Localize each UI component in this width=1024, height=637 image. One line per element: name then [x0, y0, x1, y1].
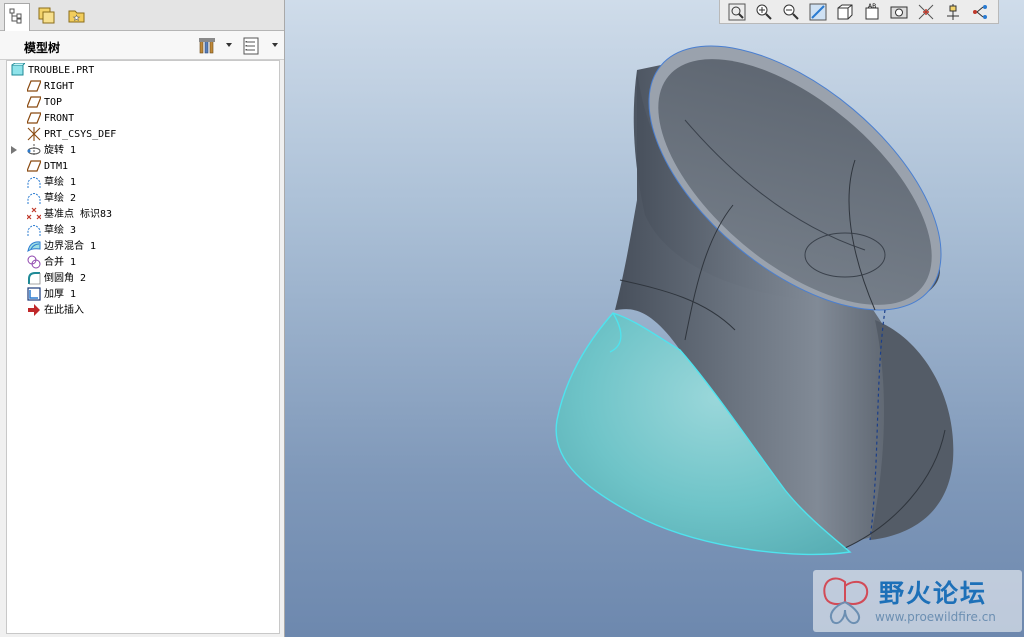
butterfly-logo-icon: [823, 577, 869, 624]
model-tree-header: 模型树: [0, 31, 284, 60]
zoom-out-button[interactable]: [779, 1, 803, 22]
view-toolbar: AB: [719, 0, 999, 24]
dropdown-caret-icon: [272, 43, 278, 47]
datum-plane-icon: [27, 112, 41, 124]
insert-here-icon: [28, 304, 40, 316]
show-columns-icon: [243, 37, 259, 55]
view-manager-icon: [890, 6, 908, 19]
zoom-fit-button[interactable]: [725, 1, 749, 22]
merge-icon: [27, 255, 41, 269]
repaint-icon: [809, 3, 827, 21]
annotation-display-button[interactable]: [968, 1, 992, 22]
graphics-viewport[interactable]: AB: [285, 0, 1024, 637]
svg-text:AB: AB: [868, 3, 876, 10]
tree-settings-button[interactable]: [198, 37, 232, 55]
zoom-fit-icon: [728, 3, 746, 21]
model-tree: TROUBLE.PRT RIGHT TOP FRONT PRT_CSYS_DEF…: [6, 60, 280, 634]
zoom-out-icon: [783, 4, 799, 20]
sketch-icon: [27, 193, 41, 204]
sketch-icon: [27, 225, 41, 236]
saved-views-button[interactable]: AB: [860, 1, 884, 22]
coordinate-system-icon: [27, 127, 41, 141]
tree-settings-icon: [199, 38, 215, 54]
forum-watermark: 野火论坛 www.proewildfire.cn: [813, 570, 1022, 632]
saved-views-icon: AB: [865, 3, 879, 20]
datum-display-button[interactable]: [914, 1, 938, 22]
datum-point-icon: [27, 207, 41, 220]
model-tree-icon: [9, 8, 22, 24]
tab-model-tree[interactable]: [4, 3, 30, 31]
tab-folder-browser[interactable]: [64, 3, 90, 29]
spin-center-icon: [947, 4, 959, 20]
sketch-icon: [27, 177, 41, 188]
show-columns-button[interactable]: [242, 37, 278, 55]
annotation-display-icon: [973, 5, 987, 19]
repaint-button[interactable]: [806, 1, 830, 22]
folder-browser-icon: [68, 10, 85, 23]
model-tree-panel: 模型树 TROUBLE.PRT RIGHT TOP FRONT PRT_CSYS…: [0, 0, 285, 637]
layers-icon: [38, 7, 55, 24]
view-manager-button[interactable]: [887, 1, 911, 22]
thicken-icon: [27, 287, 41, 301]
datum-plane-icon: [27, 80, 41, 92]
datum-plane-icon: [27, 160, 41, 172]
boundary-blend-icon: [27, 241, 41, 253]
expand-arrow-icon[interactable]: [11, 146, 17, 154]
tab-layers[interactable]: [34, 3, 60, 29]
watermark-url: www.proewildfire.cn: [875, 610, 996, 624]
dropdown-caret-icon: [226, 43, 232, 47]
display-style-icon: [837, 4, 853, 20]
3d-model-render: [555, 45, 954, 556]
datum-display-icon: [918, 4, 934, 20]
model-tree-title: 模型树: [24, 41, 61, 55]
revolve-icon: [27, 144, 41, 156]
navigator-tabs: [0, 0, 284, 31]
zoom-in-button[interactable]: [752, 1, 776, 22]
zoom-in-icon: [756, 4, 772, 20]
spin-center-button[interactable]: [941, 1, 965, 22]
round-icon: [28, 272, 41, 285]
part-icon: [11, 63, 25, 76]
datum-plane-icon: [27, 96, 41, 108]
watermark-title: 野火论坛: [879, 579, 988, 608]
display-style-button[interactable]: [833, 1, 857, 22]
